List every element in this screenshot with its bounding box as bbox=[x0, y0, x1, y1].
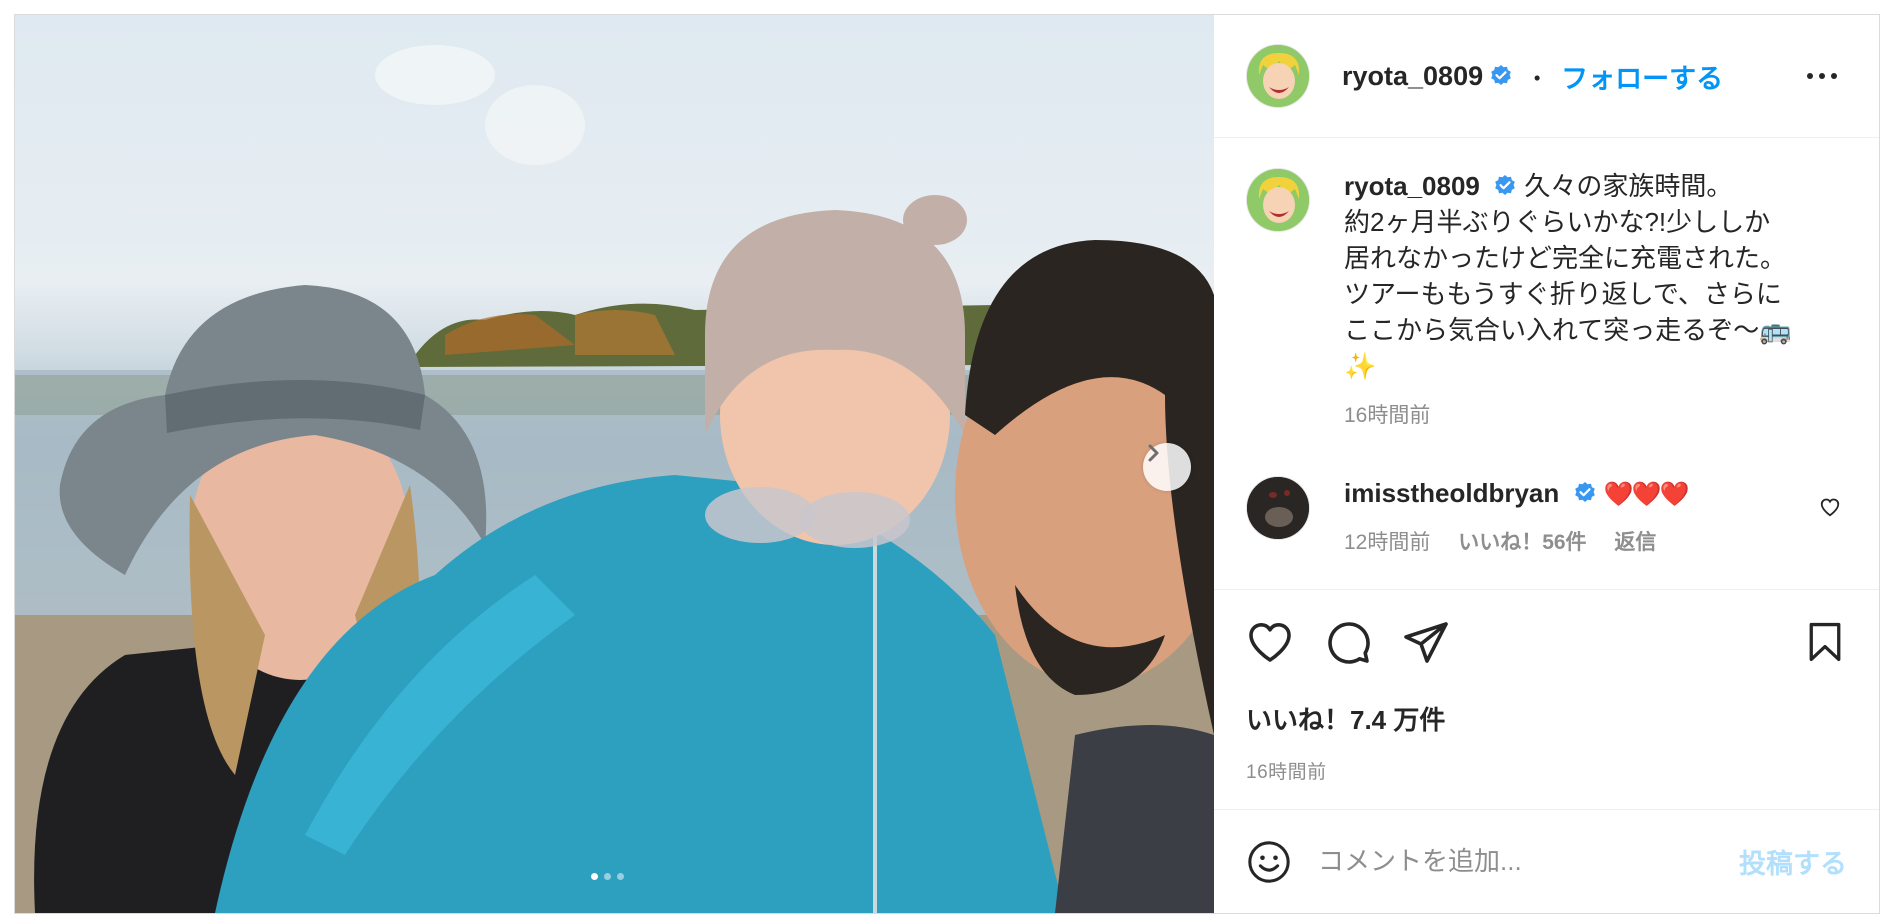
comment-input[interactable] bbox=[1318, 846, 1739, 877]
action-bar: いいね！7.4 万件 16時間前 bbox=[1214, 589, 1879, 809]
caption-line: 約2ヶ月半ぶりぐらいかな?!少ししか bbox=[1344, 207, 1771, 237]
comment-like-heart-icon[interactable] bbox=[1819, 496, 1841, 518]
caption-body: ryota_0809 久々の家族時間。 約2ヶ月半ぶりぐらいかな?!少ししか 居… bbox=[1344, 168, 1824, 434]
follow-button[interactable]: フォローする bbox=[1561, 57, 1723, 96]
post-comment-button[interactable]: 投稿する bbox=[1739, 842, 1847, 881]
caption-avatar[interactable] bbox=[1246, 168, 1310, 232]
caption-username[interactable]: ryota_0809 bbox=[1344, 171, 1480, 201]
verified-badge-icon bbox=[1574, 482, 1595, 502]
post-header: ryota_0809 ・ フォローする bbox=[1214, 15, 1879, 138]
comment-likes[interactable]: いいね！56件 bbox=[1458, 531, 1586, 554]
comment-composer: 投稿する bbox=[1214, 809, 1879, 913]
verified-badge-icon bbox=[1491, 65, 1511, 85]
comment-meta: 12時間前 いいね！56件 返信 bbox=[1344, 526, 1824, 560]
caption-line: ✨ bbox=[1344, 351, 1377, 381]
like-count[interactable]: いいね！7.4 万件 bbox=[1246, 700, 1847, 737]
author-avatar[interactable] bbox=[1246, 44, 1310, 108]
emoji-icon[interactable] bbox=[1246, 839, 1292, 885]
caption-time[interactable]: 16時間前 bbox=[1344, 398, 1824, 434]
separator: ・ bbox=[1525, 65, 1550, 93]
caption-line: 久々の家族時間。 bbox=[1524, 171, 1733, 201]
reply-button[interactable]: 返信 bbox=[1614, 531, 1656, 554]
caption: ryota_0809 久々の家族時間。 約2ヶ月半ぶりぐらいかな?!少ししか 居… bbox=[1246, 168, 1847, 434]
carousel-dot bbox=[617, 873, 624, 880]
post-photo[interactable] bbox=[15, 15, 1214, 913]
commenter-avatar[interactable] bbox=[1246, 476, 1310, 540]
carousel-dot bbox=[604, 873, 611, 880]
next-photo-button[interactable] bbox=[1143, 443, 1191, 491]
caption-line: ここから気合い入れて突っ走るぞ〜🚌 bbox=[1344, 315, 1792, 345]
carousel-indicator bbox=[591, 873, 624, 880]
more-options-icon[interactable] bbox=[1807, 71, 1841, 81]
post-modal: ryota_0809 ・ フォローする ryota_0809 久々の家族時間。 … bbox=[14, 14, 1880, 914]
commenter-username[interactable]: imisstheoldbryan bbox=[1344, 478, 1559, 508]
caption-line: ツアーももうすぐ折り返しで、さらに bbox=[1344, 279, 1782, 309]
comment-icon[interactable] bbox=[1324, 618, 1372, 666]
carousel-dot bbox=[591, 873, 598, 880]
comment-body: imisstheoldbryan ❤️❤️❤️ 12時間前 いいね！56件 返信 bbox=[1344, 476, 1824, 560]
caption-line: 居れなかったけど完全に充電された。 bbox=[1344, 243, 1787, 273]
post-side-panel: ryota_0809 ・ フォローする ryota_0809 久々の家族時間。 … bbox=[1214, 15, 1879, 913]
comments-section: ryota_0809 久々の家族時間。 約2ヶ月半ぶりぐらいかな?!少ししか 居… bbox=[1214, 138, 1879, 589]
action-icons bbox=[1246, 618, 1847, 666]
post-time[interactable]: 16時間前 bbox=[1246, 757, 1847, 784]
chevron-right-icon bbox=[1148, 444, 1159, 462]
comment-item: imisstheoldbryan ❤️❤️❤️ 12時間前 いいね！56件 返信 bbox=[1246, 476, 1847, 560]
comment-text: ❤️❤️❤️ bbox=[1603, 481, 1690, 508]
comment-time[interactable]: 12時間前 bbox=[1344, 531, 1430, 554]
bookmark-icon[interactable] bbox=[1803, 618, 1847, 666]
share-icon[interactable] bbox=[1402, 618, 1450, 666]
verified-badge-icon bbox=[1495, 175, 1515, 195]
heart-icon[interactable] bbox=[1246, 618, 1294, 666]
author-username[interactable]: ryota_0809 bbox=[1342, 61, 1483, 92]
photo-illustration bbox=[15, 45, 1214, 913]
